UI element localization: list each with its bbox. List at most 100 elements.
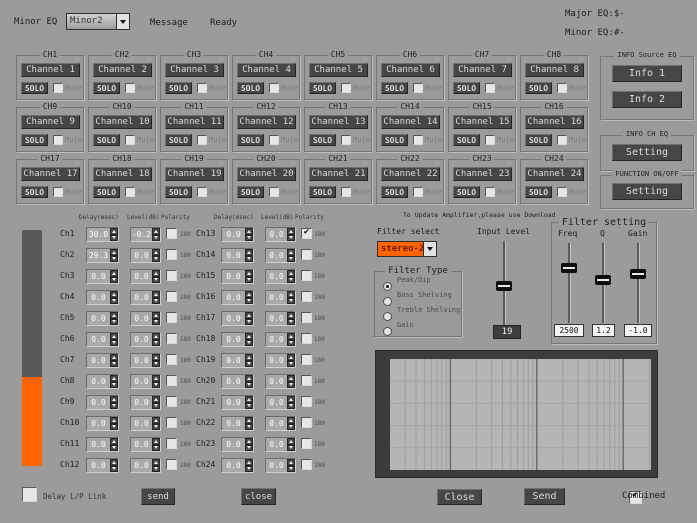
spin-down-icon[interactable] (245, 424, 253, 431)
channel-button[interactable]: Channel 18 (93, 167, 152, 181)
mute-checkbox[interactable] (53, 187, 63, 197)
mute-checkbox[interactable] (53, 83, 63, 93)
level-value[interactable]: 0.0 (266, 333, 287, 346)
mute-checkbox[interactable] (485, 135, 495, 145)
level-value[interactable]: 0.0 (266, 228, 287, 241)
spin-down-icon[interactable] (245, 277, 253, 284)
delay-value[interactable]: 0.0 (222, 354, 245, 367)
level-spinner[interactable]: 0.0 (265, 332, 296, 347)
polarity-checkbox[interactable] (301, 438, 312, 449)
spin-down-icon[interactable] (245, 235, 253, 242)
channel-button[interactable]: Channel 20 (237, 167, 296, 181)
mute-checkbox[interactable] (125, 135, 135, 145)
solo-button[interactable]: SOLO (453, 82, 480, 94)
polarity-checkbox[interactable] (301, 312, 312, 323)
delay-value[interactable]: 0.0 (222, 459, 245, 472)
level-spinner[interactable]: 0.0 (265, 395, 296, 410)
solo-button[interactable]: SOLO (381, 134, 408, 146)
close-small-button[interactable]: close (241, 488, 276, 505)
info-1-button[interactable]: Info 1 (612, 65, 682, 82)
delay-spinner[interactable]: 0.0 (221, 458, 254, 473)
level-spinner[interactable]: 0.0 (265, 311, 296, 326)
level-spinner[interactable]: 0.0 (265, 416, 296, 431)
gain-slider-handle[interactable] (630, 269, 646, 279)
close-button[interactable]: Close (437, 489, 482, 505)
spin-down-icon[interactable] (245, 403, 253, 410)
channel-button[interactable]: Channel 14 (381, 115, 440, 129)
delay-spinner[interactable]: 0.0 (221, 227, 254, 242)
level-value[interactable]: 0.0 (266, 291, 287, 304)
freq-slider-handle[interactable] (561, 263, 577, 273)
solo-button[interactable]: SOLO (21, 186, 48, 198)
channel-button[interactable]: Channel 15 (453, 115, 512, 129)
level-value[interactable]: 0.0 (266, 249, 287, 262)
channel-button[interactable]: Channel 19 (165, 167, 224, 181)
spin-down-icon[interactable] (245, 466, 253, 473)
delay-spinner[interactable]: 0.0 (221, 353, 254, 368)
mute-checkbox[interactable] (197, 187, 207, 197)
spin-down-icon[interactable] (287, 235, 295, 242)
spin-down-icon[interactable] (245, 256, 253, 263)
solo-button[interactable]: SOLO (381, 186, 408, 198)
delay-value[interactable]: 0.0 (222, 417, 245, 430)
delay-spinner[interactable]: 0.0 (221, 395, 254, 410)
level-spinner[interactable]: 0.0 (265, 269, 296, 284)
spin-down-icon[interactable] (287, 403, 295, 410)
spin-down-icon[interactable] (287, 424, 295, 431)
mute-checkbox[interactable] (341, 187, 351, 197)
solo-button[interactable]: SOLO (237, 134, 264, 146)
level-value[interactable]: 0.0 (266, 354, 287, 367)
level-spinner[interactable]: 0.0 (265, 437, 296, 452)
channel-button[interactable]: Channel 13 (309, 115, 368, 129)
delay-spinner[interactable]: 0.0 (221, 332, 254, 347)
solo-button[interactable]: SOLO (165, 82, 192, 94)
solo-button[interactable]: SOLO (525, 82, 552, 94)
spin-down-icon[interactable] (245, 382, 253, 389)
level-spinner[interactable]: 0.0 (265, 458, 296, 473)
level-spinner[interactable]: 0.0 (265, 290, 296, 305)
mute-checkbox[interactable] (485, 83, 495, 93)
channel-button[interactable]: Channel 6 (381, 63, 440, 77)
delay-value[interactable]: 0.0 (222, 438, 245, 451)
spin-down-icon[interactable] (287, 256, 295, 263)
delay-value[interactable]: 0.0 (222, 270, 245, 283)
mute-checkbox[interactable] (197, 83, 207, 93)
filter-select-dropdown-button[interactable] (423, 242, 436, 256)
delay-value[interactable]: 0.0 (222, 228, 245, 241)
channel-button[interactable]: Channel 11 (165, 115, 224, 129)
mute-checkbox[interactable] (341, 135, 351, 145)
mute-checkbox[interactable] (413, 135, 423, 145)
mute-checkbox[interactable] (125, 187, 135, 197)
level-spinner[interactable]: 0.0 (265, 374, 296, 389)
channel-button[interactable]: Channel 9 (21, 115, 80, 129)
delay-spinner[interactable]: 0.0 (221, 437, 254, 452)
delay-spinner[interactable]: 0.0 (221, 416, 254, 431)
gain-slider-track[interactable] (637, 243, 640, 323)
polarity-checkbox[interactable] (301, 249, 312, 260)
level-spinner[interactable]: 0.0 (265, 353, 296, 368)
mute-checkbox[interactable] (557, 83, 567, 93)
channel-button[interactable]: Channel 10 (93, 115, 152, 129)
solo-button[interactable]: SOLO (21, 82, 48, 94)
solo-button[interactable]: SOLO (309, 134, 336, 146)
spin-down-icon[interactable] (287, 445, 295, 452)
solo-button[interactable]: SOLO (381, 82, 408, 94)
channel-button[interactable]: Channel 5 (309, 63, 368, 77)
polarity-checkbox[interactable] (301, 375, 312, 386)
polarity-checkbox[interactable] (301, 459, 312, 470)
mute-checkbox[interactable] (197, 135, 207, 145)
mute-checkbox[interactable] (269, 83, 279, 93)
minor-eq-select[interactable]: Minor2 (66, 13, 130, 30)
channel-button[interactable]: Channel 3 (165, 63, 224, 77)
spin-down-icon[interactable] (287, 361, 295, 368)
mute-checkbox[interactable] (269, 187, 279, 197)
q-slider-handle[interactable] (595, 275, 611, 285)
spin-down-icon[interactable] (245, 298, 253, 305)
polarity-checkbox[interactable] (301, 333, 312, 344)
mute-checkbox[interactable] (485, 187, 495, 197)
channel-button[interactable]: Channel 17 (21, 167, 80, 181)
delay-value[interactable]: 0.0 (222, 291, 245, 304)
channel-button[interactable]: Channel 22 (381, 167, 440, 181)
delay-spinner[interactable]: 0.0 (221, 248, 254, 263)
channel-button[interactable]: Channel 8 (525, 63, 584, 77)
